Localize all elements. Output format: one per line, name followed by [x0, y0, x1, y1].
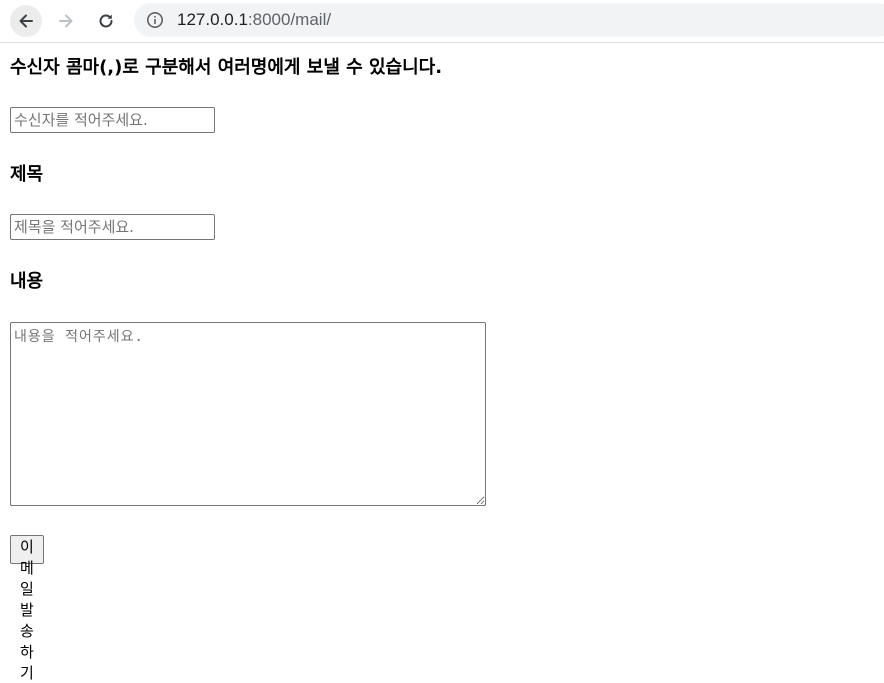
body-label: 내용	[10, 271, 44, 292]
subject-label: 제목	[10, 164, 44, 185]
address-bar[interactable]: 127.0.0.1:8000/mail/	[134, 3, 884, 37]
url-host: 127.0.0.1	[177, 10, 248, 29]
back-button[interactable]	[10, 5, 42, 37]
recipients-label: 수신자 콤마(,)로 구분해서 여러명에게 보낼 수 있습니다.	[10, 57, 443, 78]
arrow-left-icon	[19, 14, 33, 28]
subject-input[interactable]	[10, 214, 215, 240]
body-textarea[interactable]	[10, 322, 486, 506]
info-icon	[147, 12, 163, 28]
url-path: :8000/mail/	[247, 10, 332, 29]
reload-icon	[99, 14, 113, 28]
forward-button[interactable]	[50, 5, 82, 37]
recipients-input[interactable]	[10, 107, 215, 133]
send-email-button[interactable]: 이메일 발송하기	[10, 535, 44, 682]
arrow-right-icon	[59, 14, 73, 28]
url-text: 127.0.0.1:8000/mail/	[177, 10, 331, 30]
browser-toolbar: 127.0.0.1:8000/mail/	[0, 0, 884, 43]
reload-button[interactable]	[90, 5, 122, 37]
